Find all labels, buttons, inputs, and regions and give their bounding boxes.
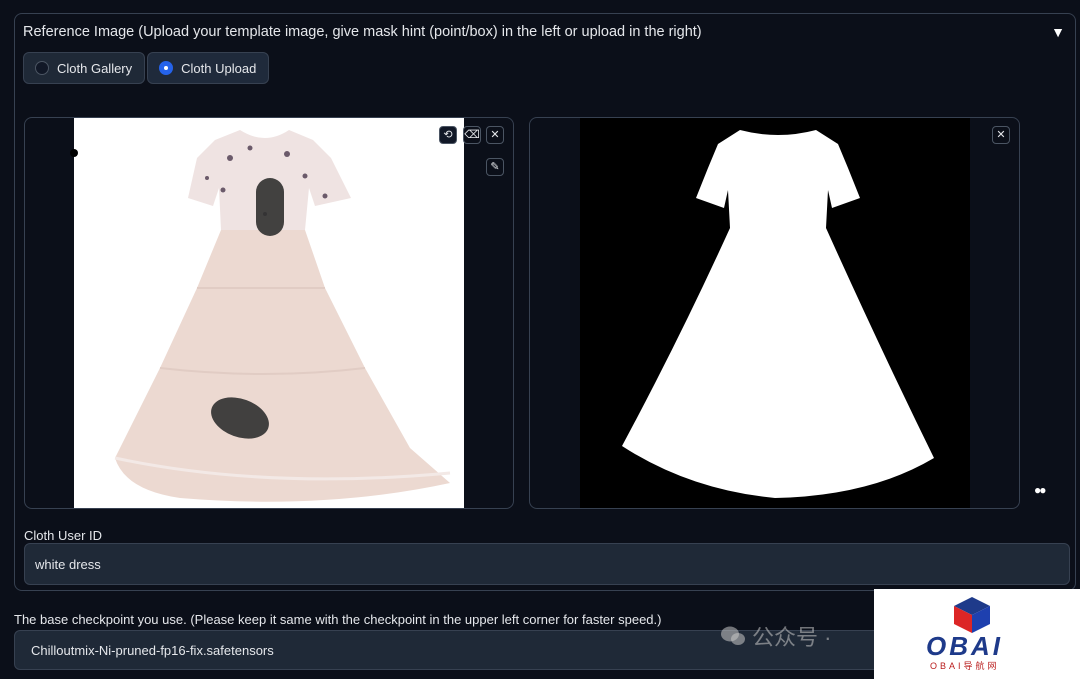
dress-mask-image: [580, 118, 970, 508]
cloth-user-id-input[interactable]: white dress: [24, 543, 1070, 585]
radio-cloth-gallery-label: Cloth Gallery: [57, 60, 133, 76]
undo-icon[interactable]: ⟲: [439, 126, 457, 144]
mask-image-upload[interactable]: ✕: [529, 117, 1020, 509]
cube-logo-icon: [954, 597, 990, 633]
close-icon[interactable]: ✕: [486, 126, 504, 144]
dress-photo: [70, 118, 464, 508]
logo-text: OBAI: [926, 631, 1003, 661]
eraser-icon[interactable]: ⌫: [463, 126, 481, 144]
brush-icon[interactable]: ✎: [486, 158, 504, 176]
watermark-text: 公众号 ·: [752, 625, 832, 650]
radio-cloth-upload[interactable]: Cloth Upload: [147, 52, 270, 84]
checkpoint-label: The base checkpoint you use. (Please kee…: [14, 612, 662, 627]
reference-image-editor[interactable]: ⟲ ⌫ ✕ ✎: [24, 117, 514, 509]
radio-cloth-gallery[interactable]: Cloth Gallery: [23, 52, 146, 84]
reference-image-accordion: Reference Image (Upload your template im…: [14, 13, 1076, 591]
radio-unchecked-icon: [35, 61, 49, 75]
cloth-user-id-label: Cloth User ID: [24, 528, 103, 543]
cloth-source-radio-group: Cloth Gallery Cloth Upload: [23, 52, 270, 84]
collapse-triangle-icon[interactable]: ▼: [1051, 24, 1065, 40]
reference-image-title: Reference Image (Upload your template im…: [23, 24, 702, 40]
wechat-icon: [721, 626, 745, 645]
wechat-watermark: 公众号 ·: [720, 620, 831, 652]
radio-checked-icon: [159, 61, 174, 75]
radio-cloth-upload-label: Cloth Upload: [181, 60, 257, 76]
logo-subtext: OBAI导航网: [930, 661, 1000, 671]
obai-logo: OBAI OBAI导航网: [874, 589, 1080, 679]
mask-close-icon[interactable]: ✕: [992, 126, 1010, 144]
infinity-icon: ●●: [1034, 483, 1046, 497]
